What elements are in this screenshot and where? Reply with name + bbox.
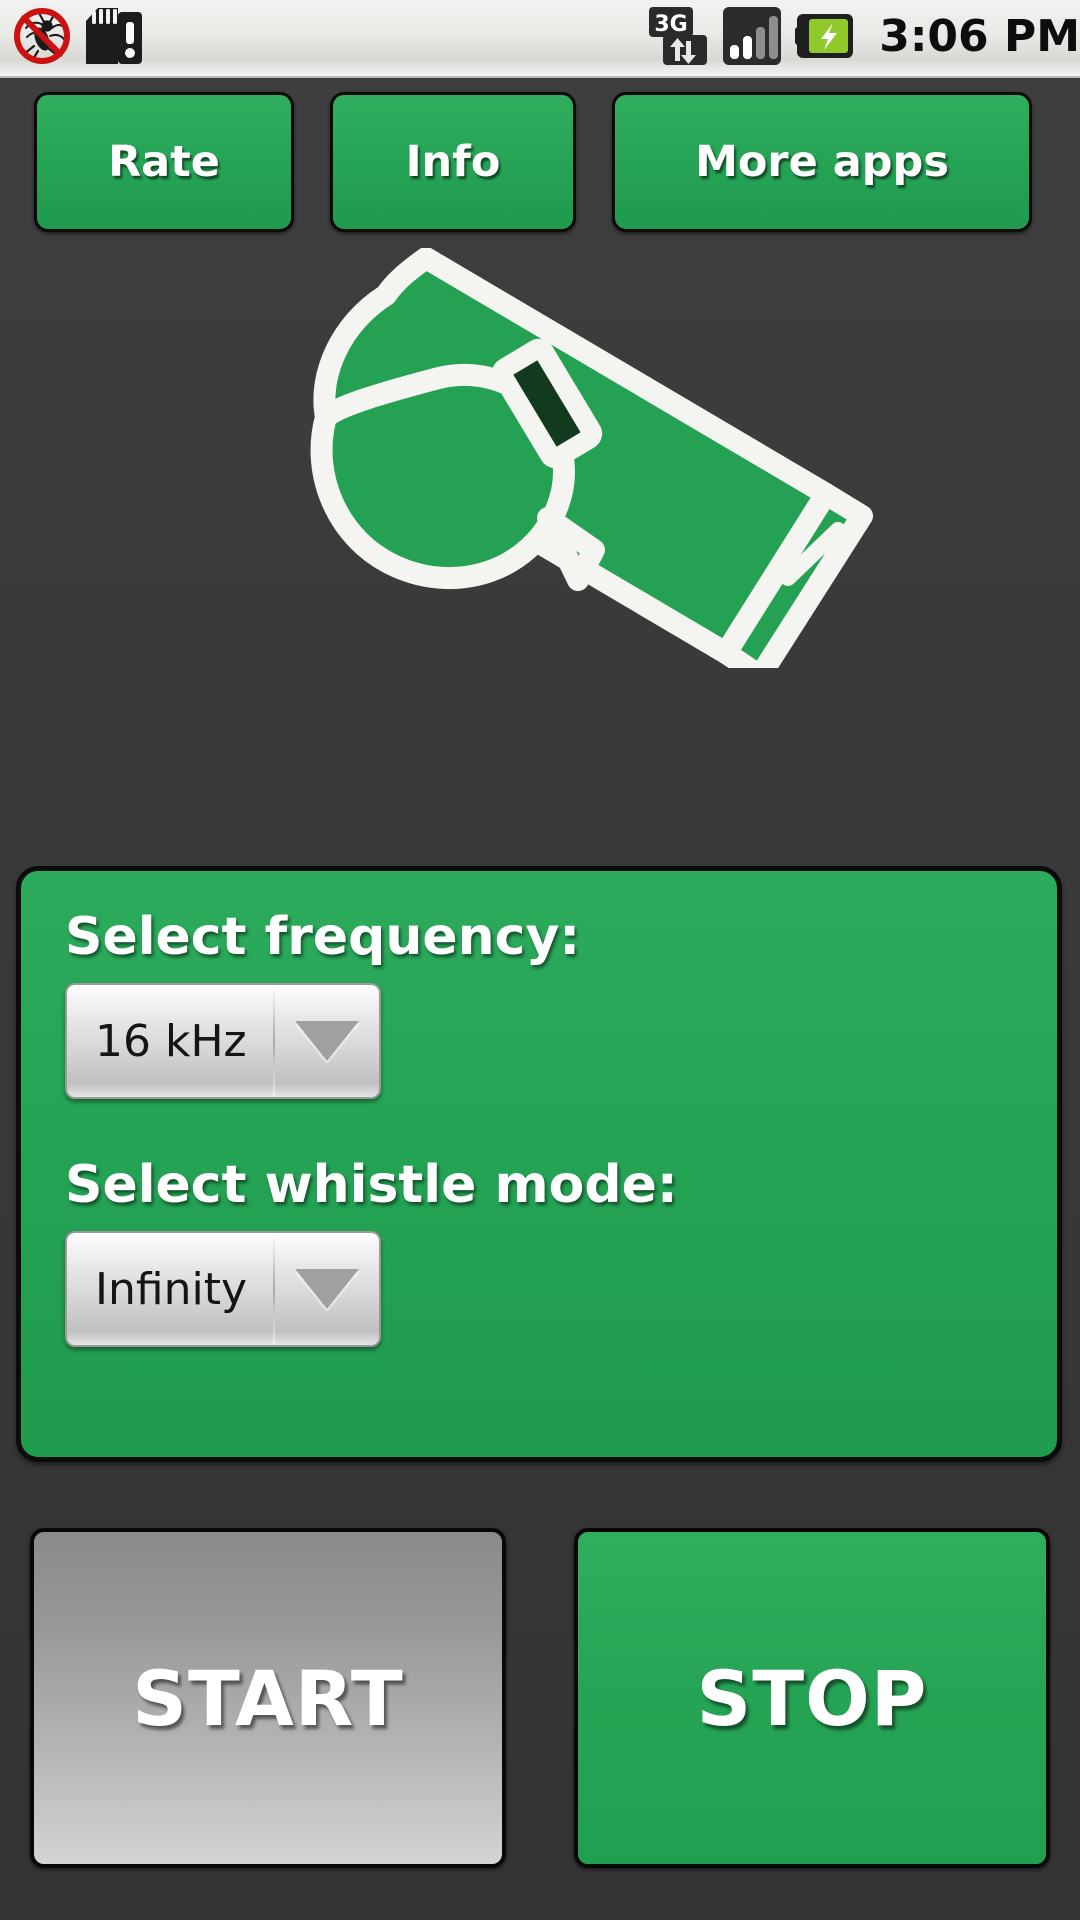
chevron-down-icon — [294, 1021, 359, 1062]
frequency-label: Select frequency: — [65, 907, 581, 967]
more-apps-button[interactable]: More apps — [612, 92, 1032, 232]
stop-button[interactable]: STOP — [574, 1528, 1050, 1868]
status-bar-clock: 3:06 PM — [879, 11, 1080, 62]
frequency-spinner-arrow-cell[interactable] — [275, 985, 379, 1097]
action-button-row: START STOP — [0, 1528, 1080, 1868]
app-screen: 3G 3:06 PM Rate Info More apps Select fr… — [0, 0, 1080, 1920]
chevron-down-icon — [294, 1269, 359, 1310]
whistle-icon — [310, 248, 873, 668]
status-bar-right-icons: 3G — [647, 5, 879, 71]
whistle-mode-label: Select whistle mode: — [65, 1155, 678, 1216]
settings-panel: Select frequency: 16 kHz Select whistle … — [16, 866, 1062, 1462]
rate-button[interactable]: Rate — [34, 92, 294, 232]
battery-charging-icon — [795, 8, 857, 68]
whistle-mode-spinner[interactable]: Infinity — [65, 1231, 381, 1348]
mosquito-blocked-icon — [14, 6, 70, 70]
status-bar-left-icons — [0, 5, 647, 71]
start-button[interactable]: START — [30, 1528, 506, 1868]
whistle-illustration — [0, 248, 1080, 688]
signal-bars-icon — [721, 5, 783, 71]
frequency-spinner[interactable]: 16 kHz — [65, 983, 381, 1100]
svg-text:3G: 3G — [655, 12, 688, 37]
status-bar: 3G 3:06 PM — [0, 0, 1080, 78]
info-button[interactable]: Info — [330, 92, 576, 232]
whistle-mode-spinner-arrow-cell[interactable] — [275, 1233, 379, 1345]
top-button-row: Rate Info More apps — [0, 86, 1080, 238]
frequency-spinner-value: 16 kHz — [95, 1015, 247, 1067]
whistle-mode-spinner-value: Infinity — [95, 1263, 247, 1315]
sd-card-warning-icon — [80, 5, 146, 71]
network-3g-icon: 3G — [647, 5, 709, 71]
